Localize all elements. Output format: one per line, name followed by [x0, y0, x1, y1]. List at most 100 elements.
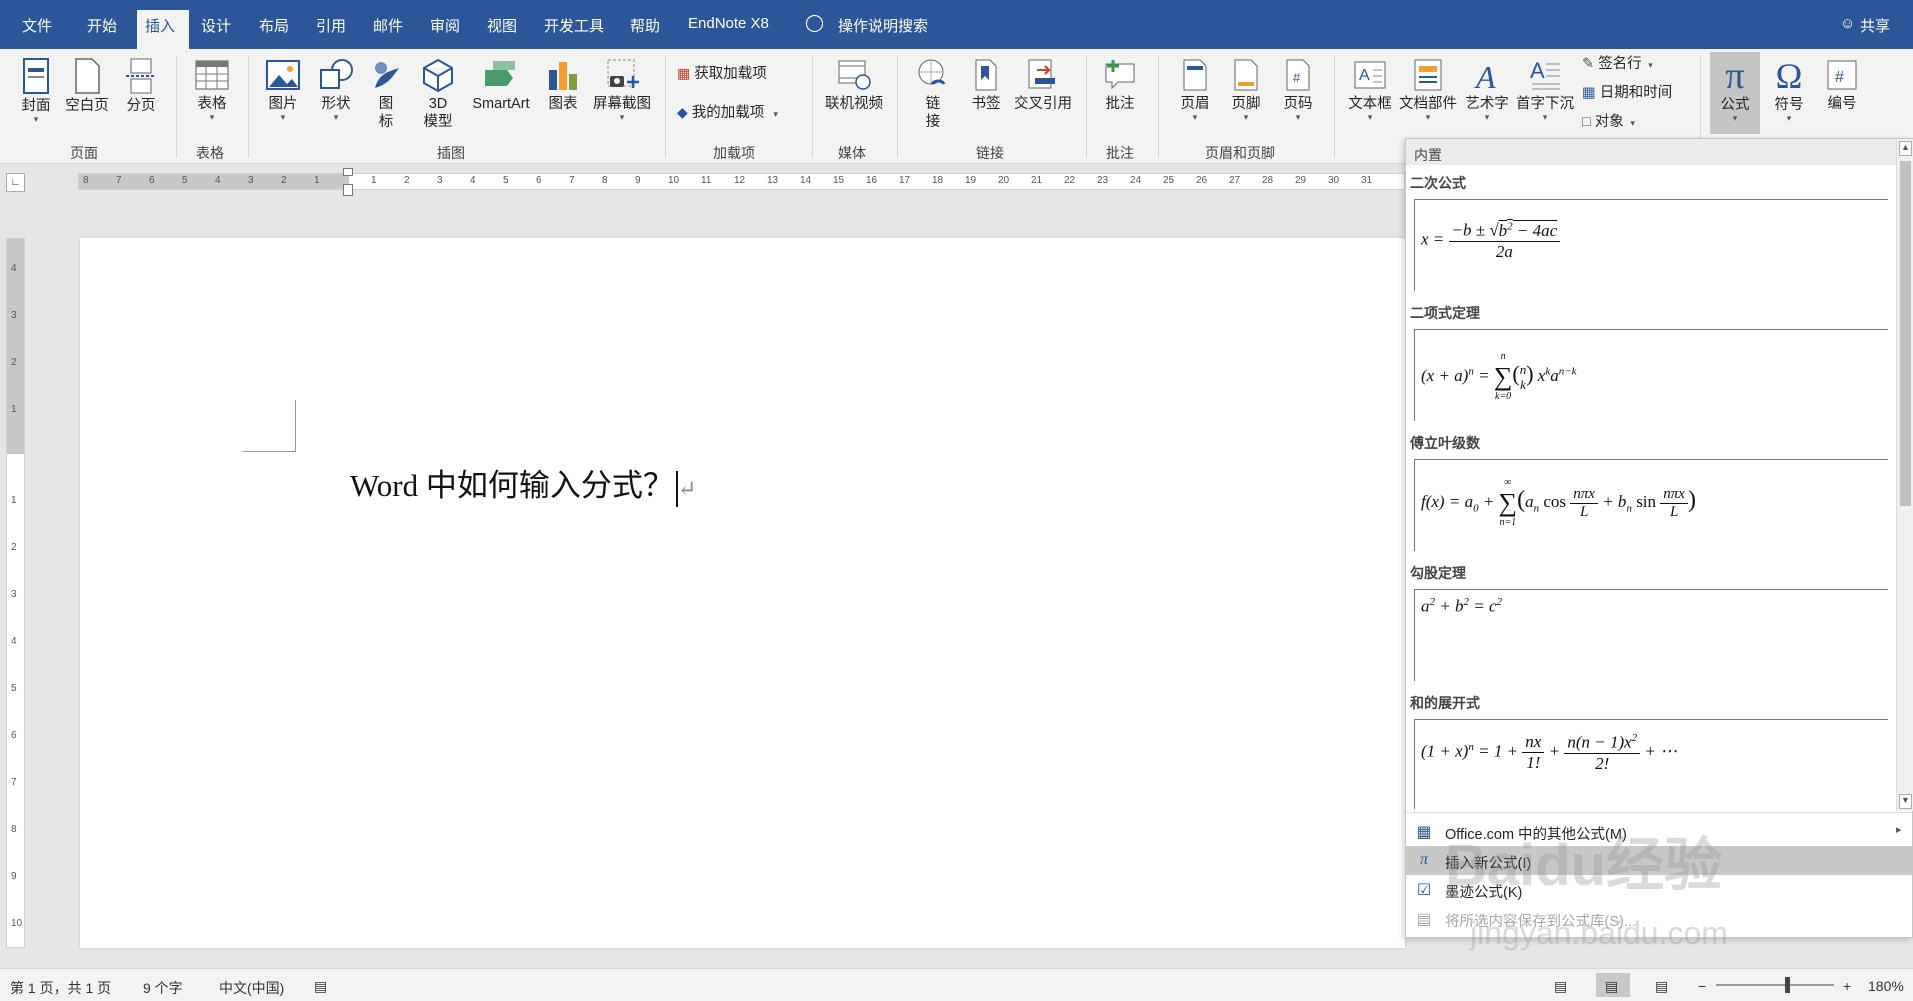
vertical-ruler[interactable]: 4 3 2 1 1 2 3 4 5 6 7 8 9 10 — [6, 238, 25, 948]
user-icon: ☺ — [1840, 15, 1856, 32]
footer-button[interactable]: 页脚 ▾ — [1226, 58, 1266, 122]
scroll-down-icon[interactable]: ▼ — [1899, 794, 1912, 809]
web-layout-icon[interactable]: ▤ — [1655, 978, 1668, 995]
ruler-number: 1 — [11, 404, 17, 415]
icons-button[interactable]: 图标 — [368, 58, 404, 131]
tab-review[interactable]: 审阅 — [430, 15, 460, 36]
tab-developer[interactable]: 开发工具 — [544, 15, 604, 36]
watermark-logo: Baidu经验 — [1445, 833, 1723, 898]
numbering-button[interactable]: # 编号 — [1820, 58, 1864, 113]
equation-binomial[interactable]: (x + a)n = n ∑ k=0 (n k) xkan−k — [1414, 329, 1888, 421]
equation-button[interactable]: π 公式 ▾ — [1710, 52, 1760, 134]
blank-page-button[interactable]: 空白页 — [64, 58, 110, 115]
tab-view[interactable]: 视图 — [487, 15, 517, 36]
get-addins-button[interactable]: ▦ 获取加载项 — [677, 64, 767, 83]
document-body-text[interactable]: Word 中如何输入分式？ ↵ — [350, 460, 696, 507]
equation-quadratic[interactable]: x = −b ± √b2 − 4ac 2a — [1414, 199, 1888, 291]
scroll-up-icon[interactable]: ▲ — [1899, 141, 1912, 156]
ruler-number: 3 — [437, 175, 443, 186]
page-number-button[interactable]: # 页码 ▾ — [1278, 58, 1318, 122]
tab-home[interactable]: 开始 — [87, 15, 117, 36]
symbol-button[interactable]: Ω 符号 ▾ — [1767, 52, 1811, 123]
ink-equation-icon: ☑ — [1416, 882, 1432, 899]
zoom-out-icon[interactable]: − — [1698, 978, 1706, 994]
tab-endnote[interactable]: EndNote X8 — [688, 15, 769, 32]
tab-file[interactable]: 文件 — [22, 15, 52, 36]
date-time-button[interactable]: ▦ 日期和时间 — [1582, 84, 1672, 102]
read-mode-icon[interactable]: ▤ — [1554, 978, 1567, 995]
zoom-slider-thumb[interactable] — [1785, 977, 1790, 993]
drop-cap-button[interactable]: A 首字下沉 ▾ — [1514, 58, 1576, 122]
tab-help[interactable]: 帮助 — [630, 15, 660, 36]
screenshot-icon — [607, 59, 639, 88]
group-label-pages: 页面 — [70, 145, 98, 161]
quick-parts-button[interactable]: 文档部件 ▾ — [1397, 58, 1459, 122]
tab-design[interactable]: 设计 — [201, 15, 231, 36]
page-break-button[interactable]: 分页 — [121, 58, 161, 115]
tab-selector[interactable]: ∟ — [6, 173, 25, 192]
document-page[interactable] — [80, 238, 1405, 948]
group-separator — [1334, 56, 1335, 158]
zoom-slider[interactable] — [1716, 984, 1834, 986]
signature-line-button[interactable]: ✎ 签名行 ▾ — [1582, 55, 1653, 74]
ruler-number: 29 — [1295, 175, 1307, 186]
equation-title-quadratic: 二次公式 — [1410, 175, 1466, 191]
language-indicator[interactable]: 中文(中国) — [219, 978, 284, 998]
word-count[interactable]: 9 个字 — [143, 978, 183, 998]
indent-marker[interactable] — [343, 168, 353, 176]
svg-text:A: A — [1359, 67, 1370, 84]
horizontal-ruler[interactable]: 8 7 6 5 4 3 2 1 1 2 3 4 5 6 7 8 9 10 11 12 13 14 15 16 17 18 19 20 2… — [78, 168, 1405, 196]
wordart-button[interactable]: A 艺术字 ▾ — [1462, 58, 1512, 122]
equation-pythagorean[interactable]: a2 + b2 = c2 — [1414, 589, 1888, 681]
chevron-down-icon: ▾ — [768, 109, 778, 119]
ruler-number: 1 — [314, 175, 320, 186]
print-layout-icon[interactable]: ▤ — [1605, 978, 1618, 995]
smartart-button[interactable]: SmartArt — [465, 58, 537, 113]
my-addins-button[interactable]: ◆ 我的加载项 ▾ — [677, 103, 778, 123]
indent-marker[interactable] — [343, 184, 353, 196]
equation-sum-expansion[interactable]: (1 + x)n = 1 + nx 1! + n(n − 1)x2 2! + ⋯ — [1414, 719, 1888, 809]
online-video-button[interactable]: 联机视频 — [822, 58, 886, 113]
ruler-number: 2 — [281, 175, 287, 186]
bookmark-button[interactable]: 书签 — [966, 58, 1006, 113]
tab-insert[interactable]: 插入 — [145, 15, 175, 36]
header-button[interactable]: 页眉 ▾ — [1175, 58, 1215, 122]
link-button[interactable]: 链接 — [915, 58, 951, 131]
signature-icon: ✎ — [1582, 56, 1595, 72]
margin-corner-mark — [243, 451, 296, 452]
object-button[interactable]: □ 对象 ▾ — [1582, 113, 1635, 132]
zoom-level[interactable]: 180% — [1868, 978, 1904, 994]
cross-reference-button[interactable]: 交叉引用 — [1011, 58, 1075, 113]
equation-fourier[interactable]: f(x) = a0 + ∞ ∑ n=1 (an cos nπx L + bn sin n… — [1414, 459, 1888, 551]
svg-text:#: # — [1293, 70, 1301, 85]
textbox-button[interactable]: A 文本框 ▾ — [1346, 58, 1394, 122]
ruler-number: 15 — [833, 175, 845, 186]
screenshot-button[interactable]: 屏幕截图 ▾ — [588, 58, 656, 122]
comment-button[interactable]: 批注 — [1100, 58, 1140, 113]
gallery-scrollbar[interactable]: ▲ ▼ — [1896, 139, 1913, 811]
ruler-number: 11 — [701, 175, 712, 186]
zoom-in-icon[interactable]: + — [1843, 978, 1851, 994]
tab-references[interactable]: 引用 — [316, 15, 346, 36]
tab-mailings[interactable]: 邮件 — [373, 15, 403, 36]
scrollbar-thumb[interactable] — [1900, 161, 1911, 506]
page-number-icon: # — [1286, 59, 1310, 91]
tab-layout[interactable]: 布局 — [259, 15, 289, 36]
page-break-icon — [126, 58, 156, 94]
accessibility-icon[interactable]: ▤ — [314, 978, 327, 995]
watermark-url: jingyan.baidu.com — [1470, 915, 1728, 951]
3d-models-button[interactable]: 3D 模型 — [418, 58, 458, 131]
shapes-button[interactable]: 形状 ▾ — [316, 58, 356, 122]
chevron-down-icon: ▾ — [1645, 60, 1653, 70]
ruler-number: 25 — [1163, 175, 1175, 186]
tell-me-search[interactable]: 操作说明搜索 — [838, 15, 928, 36]
chart-button[interactable]: 图表 — [543, 58, 583, 113]
picture-button[interactable]: 图片 ▾ — [263, 58, 303, 122]
page-count[interactable]: 第 1 页，共 1 页 — [10, 978, 111, 998]
ruler-number: 6 — [536, 175, 542, 186]
chart-icon — [549, 62, 577, 90]
table-button[interactable]: 表格 ▾ — [192, 58, 232, 122]
cover-page-button[interactable]: 封面 ▾ — [18, 58, 54, 124]
ruler-number: 22 — [1064, 175, 1076, 186]
share-button[interactable]: 共享 — [1860, 15, 1890, 36]
